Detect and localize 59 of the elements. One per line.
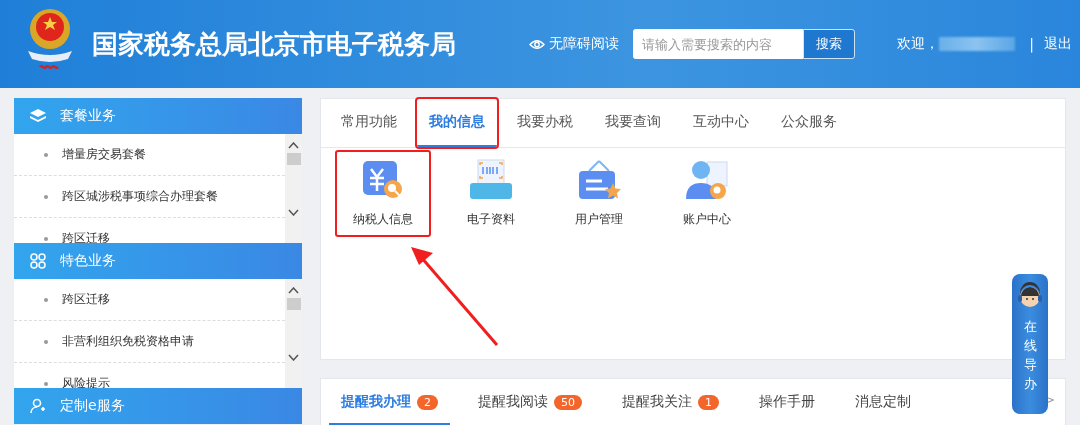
receipt-search-icon (361, 159, 405, 201)
tab-label: 提醒我关注 (622, 393, 692, 411)
notice-tab[interactable]: 消息定制 (843, 381, 923, 425)
site-title: 国家税务总局北京市电子税务局 (92, 27, 456, 61)
function-label: 用户管理 (575, 211, 623, 228)
search-field[interactable]: 请输入需要搜索的内容 (633, 29, 804, 59)
agent-headset-icon (1016, 282, 1044, 310)
layers-icon (30, 109, 46, 123)
function-label: 纳税人信息 (353, 211, 413, 228)
notice-tab[interactable]: 提醒我关注 1 (610, 381, 731, 425)
bullet-icon (44, 152, 48, 157)
signboard-star-icon (577, 159, 621, 201)
function-tile[interactable]: 用户管理 (551, 150, 647, 237)
function-tile[interactable]: 电子资料 (443, 150, 539, 237)
scroll-thumb[interactable] (286, 153, 301, 165)
count-badge: 2 (417, 394, 438, 410)
printer-icon (469, 159, 513, 201)
bullet-icon (44, 339, 48, 344)
tab[interactable]: 我的信息 (417, 99, 497, 147)
tab[interactable]: 公众服务 (769, 99, 849, 147)
section-title: 特色业务 (60, 252, 116, 270)
online-guide-button[interactable]: 在线导办 (1012, 274, 1048, 414)
online-guide-label: 在线导办 (1023, 318, 1037, 393)
notice-tab[interactable]: 提醒我办理 2 (329, 381, 450, 425)
function-tile[interactable]: 纳税人信息 (335, 150, 431, 237)
chevron-down-icon (288, 354, 299, 361)
function-tile[interactable]: 账户中心 (659, 150, 755, 237)
chevron-up-icon (288, 142, 299, 149)
search-button[interactable]: 搜索 (803, 29, 856, 59)
tab[interactable]: 我要查询 (593, 99, 673, 147)
tab-label: 提醒我办理 (341, 393, 411, 411)
tab[interactable]: 互动中心 (681, 99, 761, 147)
bullet-icon (44, 236, 48, 241)
eye-icon (529, 38, 546, 50)
chevron-up-icon (288, 287, 299, 294)
tab[interactable]: 我要办税 (505, 99, 585, 147)
section-title: 定制e服务 (60, 397, 125, 415)
count-badge: 50 (554, 394, 582, 410)
scroll-thumb[interactable] (286, 298, 301, 310)
grid-icon (30, 253, 46, 269)
person-search-icon (685, 159, 729, 201)
user-add-icon (30, 398, 46, 414)
tab-label: 消息定制 (855, 393, 911, 411)
logout-link[interactable]: 退出 (1044, 35, 1072, 53)
section-title: 套餐业务 (60, 107, 116, 125)
notice-tab[interactable]: 操作手册 (747, 381, 827, 425)
count-badge: 1 (698, 394, 719, 410)
tab-label: 操作手册 (759, 393, 815, 411)
tab[interactable]: 常用功能 (329, 99, 409, 147)
separator-text: | (1029, 36, 1034, 52)
chevron-down-icon (288, 209, 299, 216)
function-label: 电子资料 (467, 211, 515, 228)
bullet-icon (44, 194, 48, 199)
notice-tab[interactable]: 提醒我阅读 50 (466, 381, 594, 425)
welcome-text: 欢迎， (897, 35, 940, 53)
tab-label: 提醒我阅读 (478, 393, 548, 411)
bullet-icon (44, 297, 48, 302)
bullet-icon (44, 381, 48, 386)
function-label: 账户中心 (683, 211, 731, 228)
